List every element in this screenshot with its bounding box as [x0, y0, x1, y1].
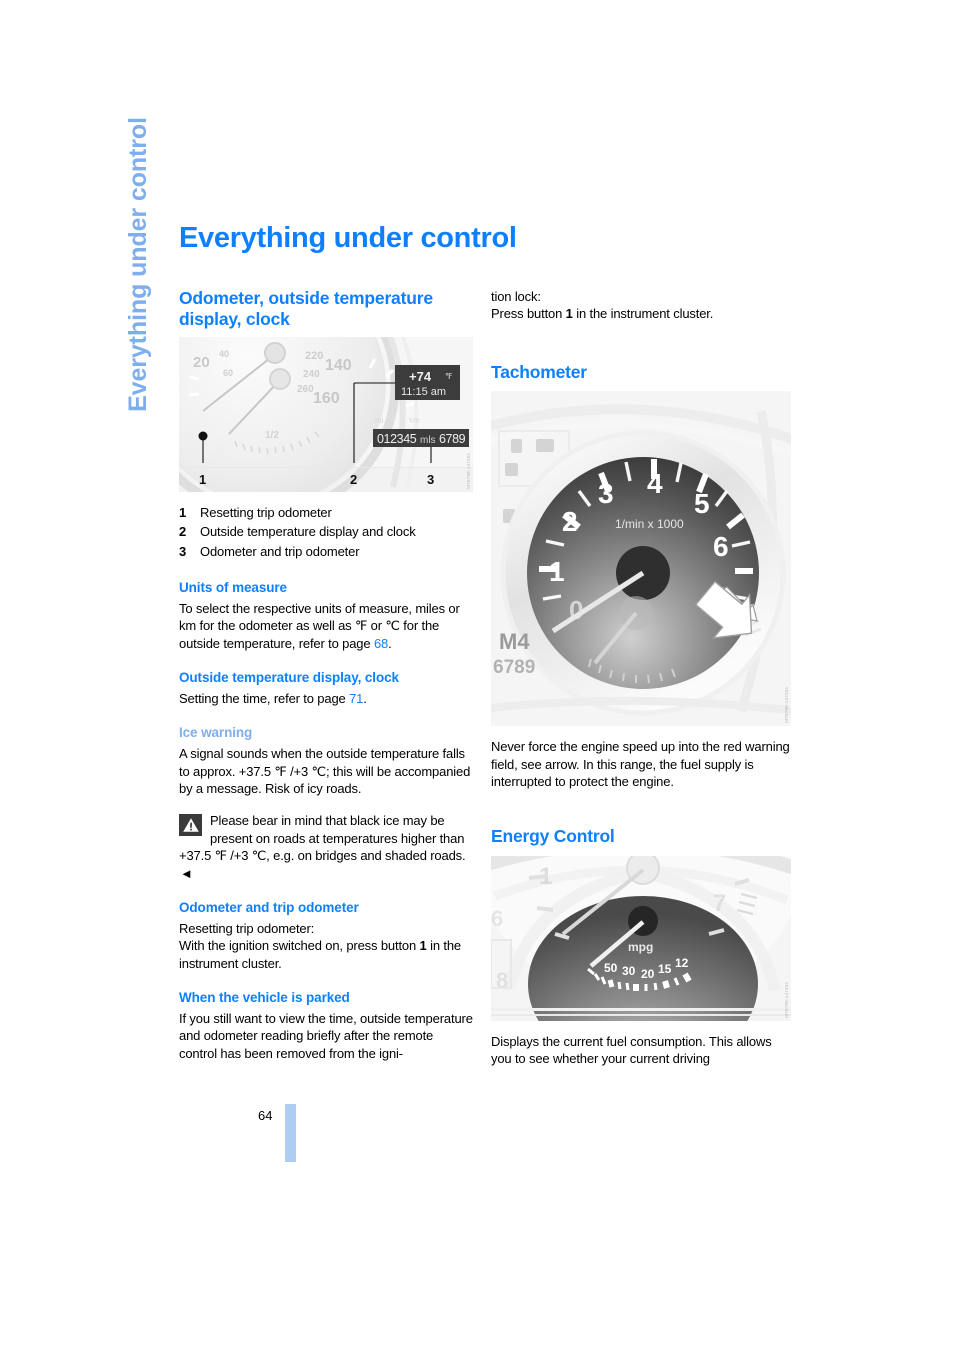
mpg-label-20: 20 — [641, 967, 655, 981]
tachometer-illustration: 1 2 3 4 5 6 7 0 1/min x 1000 — [491, 391, 791, 727]
figure-legend-list: 1 Resetting trip odometer 2 Outside temp… — [179, 503, 473, 562]
legend-item: 2 Outside temperature display and clock — [179, 522, 473, 542]
tach-number-4: 4 — [647, 468, 663, 499]
tach-unit-label: 1/min x 1000 — [615, 517, 684, 531]
tach-number-3: 3 — [598, 478, 614, 509]
subsection-title-odometer-trip: Odometer and trip odometer — [179, 900, 359, 916]
left-column: Odometer, outside temperature display, c… — [179, 288, 473, 1062]
figure-code-tachometer: M76796-14745s — [784, 687, 789, 724]
tach-number-6: 6 — [713, 531, 729, 562]
button-number-reference: 1 — [565, 306, 573, 322]
mpg-label-15: 15 — [658, 962, 672, 976]
legend-item: 3 Odometer and trip odometer — [179, 542, 473, 562]
svg-text:160: 160 — [313, 390, 340, 407]
section-title-odometer: Odometer, outside temperature display, c… — [179, 288, 433, 330]
svg-text:140: 140 — [325, 357, 352, 374]
ec-ghost-number-7: 7 — [713, 890, 726, 917]
units-of-measure-text: To select the respective units of measur… — [179, 600, 460, 651]
page-reference-link-71[interactable]: 71 — [349, 691, 363, 706]
right-column: tion lock: Press button 1 in the instrum… — [491, 288, 791, 1068]
ice-warning-notice-block: Please bear in mind that black ice may b… — [179, 812, 473, 882]
ice-warning-notice-text: Please bear in mind that black ice may b… — [179, 813, 466, 864]
figure-instrument-cluster: 20 40 60 220 240 260 140 160 1/2 +74 ℉ 1… — [179, 336, 473, 492]
legend-number: 3 — [179, 544, 187, 560]
svg-text:℉: ℉ — [445, 372, 453, 381]
svg-text:3: 3 — [427, 472, 434, 487]
chapter-side-tab: Everything under control — [118, 117, 158, 720]
tach-corner-gear-text: M4 — [499, 629, 530, 654]
tach-corner-odo-text: 6789 — [493, 657, 535, 678]
svg-text:11:15 am: 11:15 am — [401, 386, 446, 398]
tach-number-5: 5 — [694, 488, 710, 519]
subsection-title-ice-warning: Ice warning — [179, 725, 253, 741]
svg-text:1/2: 1/2 — [265, 430, 279, 441]
mpg-label-12: 12 — [675, 956, 689, 970]
svg-text:mls: mls — [420, 435, 436, 446]
continuation-line2: Press button 1 in the instrument cluster… — [491, 305, 791, 322]
mpg-label-30: 30 — [622, 964, 636, 978]
units-of-measure-text-end: . — [388, 635, 392, 651]
svg-text:1: 1 — [199, 472, 206, 487]
button-number-reference: 1 — [419, 938, 427, 954]
figure-code-energy-control: M76796-14745s — [784, 981, 789, 1018]
figure-code-odometer: M76796-14745s — [466, 452, 471, 489]
energy-control-unit-label: mpg — [628, 940, 653, 954]
svg-text:6: 6 — [491, 906, 503, 931]
svg-text:40: 40 — [219, 349, 229, 359]
svg-text:km: km — [409, 416, 420, 425]
svg-text:20: 20 — [193, 354, 210, 371]
continuation-line1: tion lock: — [491, 289, 541, 304]
warning-triangle-icon — [179, 814, 202, 837]
continuation-text: Press button — [491, 306, 566, 322]
section-title-energy-control: Energy Control — [491, 826, 615, 847]
outside-temp-clock-text-end: . — [363, 690, 367, 706]
outside-temp-clock-paragraph: Setting the time, refer to page 71. — [179, 690, 473, 707]
svg-text:2: 2 — [350, 472, 357, 487]
subsection-title-outside-temp-clock: Outside temperature display, clock — [179, 670, 399, 686]
legend-number: 1 — [179, 504, 187, 520]
energy-control-illustration: 1 7 8 6 — [491, 855, 791, 1021]
legend-text: Odometer and trip odometer — [200, 544, 360, 560]
ec-ghost-number-8: 8 — [496, 968, 508, 993]
tach-number-1: 1 — [549, 556, 565, 587]
odometer-trip-line1: Resetting trip odometer: — [179, 920, 315, 936]
odometer-trip-text: With the ignition switched on, press but… — [179, 938, 420, 954]
section-title-tachometer: Tachometer — [491, 361, 587, 382]
figure-tachometer: 1 2 3 4 5 6 7 0 1/min x 1000 — [491, 391, 791, 727]
legend-text: Outside temperature display and clock — [200, 524, 416, 540]
svg-text:012345: 012345 — [377, 432, 417, 446]
svg-text:mi: mi — [375, 416, 384, 425]
continuation-text-end: in the instrument cluster. — [572, 306, 714, 322]
subsection-title-units-of-measure: Units of measure — [179, 579, 287, 595]
svg-text:60: 60 — [223, 368, 233, 378]
page-reference-link-68[interactable]: 68 — [374, 636, 388, 651]
tachometer-paragraph: Never force the engine speed up into the… — [491, 739, 790, 789]
page-number-bar — [285, 1104, 296, 1162]
notice-end-marker: ◄ — [180, 865, 193, 881]
svg-text:240: 240 — [303, 369, 320, 380]
units-of-measure-paragraph: To select the respective units of measur… — [179, 600, 473, 652]
legend-text: Resetting trip odometer — [200, 504, 332, 520]
page-title: Everything under control — [179, 222, 517, 254]
legend-item: 1 Resetting trip odometer — [179, 503, 473, 523]
manual-page: Everything under control Everything unde… — [0, 0, 954, 1351]
outside-temp-clock-text: Setting the time, refer to page — [179, 690, 350, 706]
svg-text:220: 220 — [305, 350, 323, 362]
instrument-cluster-illustration: 20 40 60 220 240 260 140 160 1/2 +74 ℉ 1… — [179, 336, 473, 492]
svg-text:6789: 6789 — [439, 432, 466, 446]
chapter-side-tab-label: Everything under control — [123, 117, 152, 412]
energy-control-paragraph: Displays the current fuel consumption. T… — [491, 1033, 772, 1067]
warning-triangle-glyph — [182, 818, 199, 833]
svg-text:260: 260 — [297, 384, 314, 395]
ice-warning-paragraph: A signal sounds when the outside tempera… — [179, 746, 471, 796]
odometer-trip-line2: With the ignition switched on, press but… — [179, 937, 473, 972]
mpg-label-50: 50 — [604, 961, 618, 975]
tach-number-2: 2 — [562, 506, 578, 537]
svg-text:+74: +74 — [409, 369, 432, 384]
vehicle-parked-paragraph: If you still want to view the time, outs… — [179, 1011, 473, 1061]
subsection-title-vehicle-parked: When the vehicle is parked — [179, 990, 350, 1006]
legend-number: 2 — [179, 524, 187, 540]
figure-energy-control: 1 7 8 6 — [491, 855, 791, 1021]
page-number: 64 — [258, 1108, 273, 1123]
